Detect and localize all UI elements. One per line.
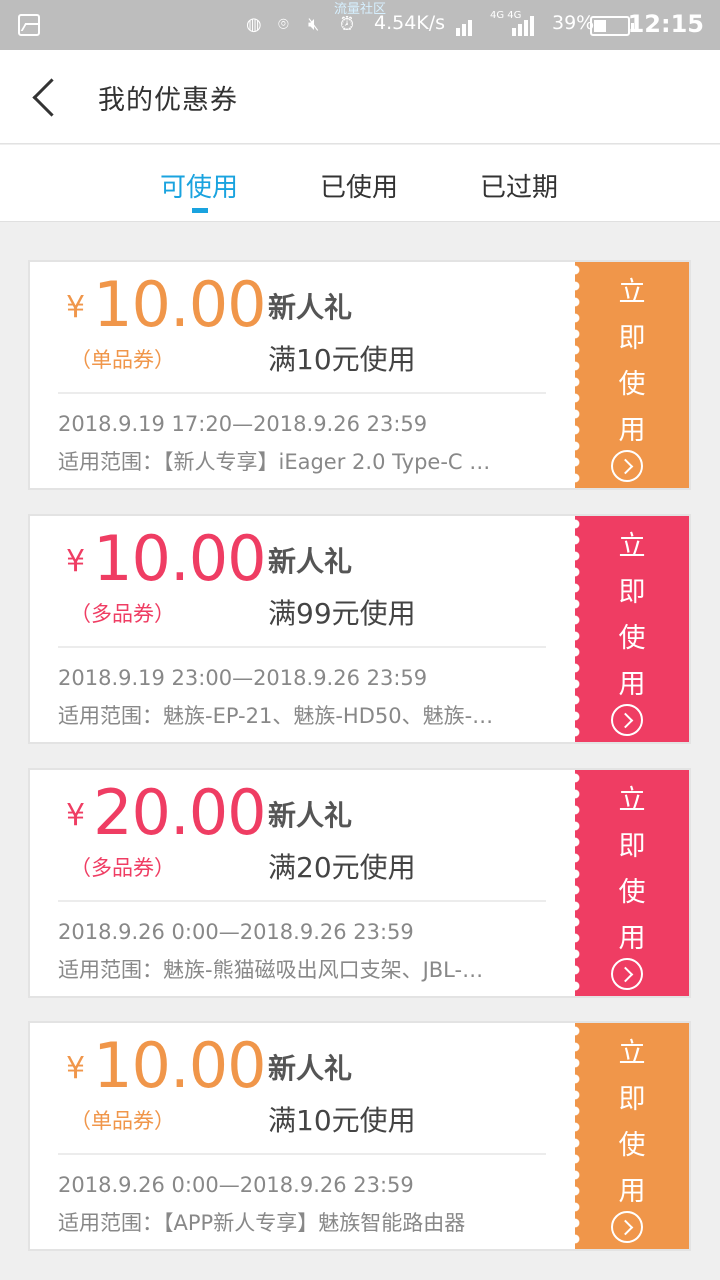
signal-bar <box>524 20 528 36</box>
signal-bar <box>512 28 516 36</box>
use-now-label: 立 <box>618 277 646 308</box>
use-now-label: 使 <box>618 623 646 654</box>
chevron-right-circle-icon <box>611 704 643 736</box>
chevron-right-circle-icon <box>611 958 643 990</box>
signal-bar <box>468 20 472 36</box>
page-title: 我的优惠券 <box>98 85 238 116</box>
coupon-kind: （单品券） <box>70 348 175 372</box>
coupon-amount: ¥10.00 <box>66 268 267 341</box>
active-tab-indicator <box>192 208 208 213</box>
coupon-condition: 满20元使用 <box>268 851 416 884</box>
coupon-card[interactable]: ¥10.00 （单品券） 新人礼 满10元使用 2018.9.26 0:00—2… <box>28 1021 691 1251</box>
coupon-value: 20.00 <box>93 776 266 849</box>
use-now-label: 立 <box>618 531 646 562</box>
voice-icon: ◍ <box>246 14 262 35</box>
coupon-name: 新人礼 <box>268 291 353 324</box>
use-now-label: 使 <box>618 369 646 400</box>
use-now-label: 即 <box>618 831 646 862</box>
signal-bar <box>456 28 460 36</box>
coupon-amount: ¥10.00 <box>66 1029 267 1102</box>
coupon-card[interactable]: ¥20.00 （多品券） 新人礼 满20元使用 2018.9.26 0:00—2… <box>28 768 691 998</box>
divider <box>58 392 546 394</box>
coupon-scope: 适用范围：【APP新人专享】魅族智能路由器 <box>58 1211 466 1235</box>
chevron-right-circle-icon <box>611 450 643 482</box>
coupon-kind: （单品券） <box>70 1109 175 1133</box>
use-now-label: 即 <box>618 323 646 354</box>
clock: 12:15 <box>627 10 704 38</box>
coupon-condition: 满10元使用 <box>268 1104 416 1137</box>
chevron-right-circle-icon <box>611 1211 643 1243</box>
use-now-label: 即 <box>618 1084 646 1115</box>
use-now-label: 立 <box>618 1038 646 1069</box>
use-now-label: 即 <box>618 577 646 608</box>
coupon-scope: 适用范围：魅族-EP-21、魅族-HD50、魅族-… <box>58 704 494 728</box>
coupon-scope: 适用范围：魅族-熊猫磁吸出风口支架、JBL-… <box>58 958 484 982</box>
divider <box>58 900 546 902</box>
currency-symbol: ¥ <box>66 1051 86 1086</box>
use-now-label: 使 <box>618 1130 646 1161</box>
coupon-condition: 满10元使用 <box>268 343 416 376</box>
use-now-label: 用 <box>618 923 646 954</box>
tab-available[interactable]: 可使用 <box>160 167 238 204</box>
coupon-condition: 满99元使用 <box>268 597 416 630</box>
mute-icon: 🔇︎ <box>308 14 320 35</box>
image-notification-icon <box>18 14 40 36</box>
coupon-amount: ¥20.00 <box>66 776 267 849</box>
tab-bar: 可使用 已使用 已过期 <box>0 145 720 222</box>
battery-percent: 39% <box>552 12 595 34</box>
use-now-label: 用 <box>618 415 646 446</box>
coupon-date-range: 2018.9.26 0:00—2018.9.26 23:59 <box>58 920 414 944</box>
tab-expired[interactable]: 已过期 <box>480 167 558 204</box>
coupon-amount: ¥10.00 <box>66 522 267 595</box>
signal-bar <box>462 24 466 36</box>
coupon-name: 新人礼 <box>268 545 353 578</box>
alarm-icon: ⏰︎ <box>340 14 355 35</box>
coupon-value: 10.00 <box>93 522 266 595</box>
coupon-kind: （多品券） <box>70 856 175 880</box>
use-now-button[interactable]: 立 即 使 用 <box>575 1023 689 1249</box>
use-now-label: 立 <box>618 785 646 816</box>
use-now-label: 用 <box>618 669 646 700</box>
coupon-date-range: 2018.9.19 23:00—2018.9.26 23:59 <box>58 666 428 690</box>
coupon-date-range: 2018.9.26 0:00—2018.9.26 23:59 <box>58 1173 414 1197</box>
divider <box>58 1153 546 1155</box>
currency-symbol: ¥ <box>66 544 86 579</box>
use-now-label: 用 <box>618 1176 646 1207</box>
use-now-button[interactable]: 立 即 使 用 <box>575 516 689 742</box>
status-bar: 流量社区 ◍ ⌾ 🔇︎ ⏰︎ 4.54K/s 4G 4G 39% 12:15 <box>0 0 720 50</box>
coupon-name: 新人礼 <box>268 1052 353 1085</box>
network-type: 4G 4G <box>490 10 522 21</box>
use-now-button[interactable]: 立 即 使 用 <box>575 262 689 488</box>
location-icon: ⌾ <box>278 14 289 35</box>
app-header: 我的优惠券 <box>0 50 720 144</box>
divider <box>58 646 546 648</box>
coupon-date-range: 2018.9.19 17:20—2018.9.26 23:59 <box>58 412 428 436</box>
battery-icon <box>590 16 634 36</box>
coupon-card[interactable]: ¥10.00 （多品券） 新人礼 满99元使用 2018.9.19 23:00—… <box>28 514 691 744</box>
coupon-name: 新人礼 <box>268 799 353 832</box>
coupon-value: 10.00 <box>93 1029 266 1102</box>
use-now-button[interactable]: 立 即 使 用 <box>575 770 689 996</box>
coupon-value: 10.00 <box>93 268 266 341</box>
tab-used[interactable]: 已使用 <box>320 167 398 204</box>
back-button[interactable] <box>24 75 64 121</box>
signal-bar <box>530 16 534 36</box>
coupon-card[interactable]: ¥10.00 （单品券） 新人礼 满10元使用 2018.9.19 17:20—… <box>28 260 691 490</box>
currency-symbol: ¥ <box>66 798 86 833</box>
network-speed: 4.54K/s <box>374 12 446 34</box>
coupon-kind: （多品券） <box>70 602 175 626</box>
use-now-label: 使 <box>618 877 646 908</box>
signal-bar <box>518 24 522 36</box>
coupon-scope: 适用范围：【新人专享】iEager 2.0 Type-C … <box>58 450 491 474</box>
currency-symbol: ¥ <box>66 290 86 325</box>
